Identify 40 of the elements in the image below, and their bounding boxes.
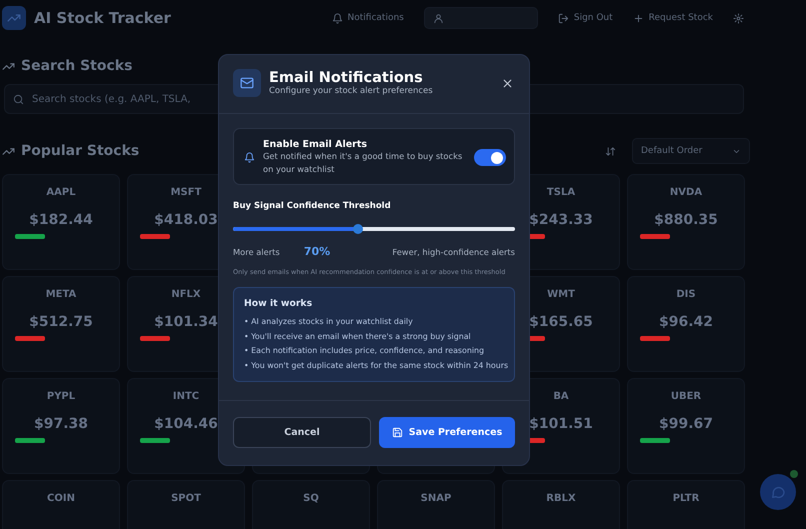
stock-ticker: NVDA <box>670 187 702 198</box>
stock-ticker: TSLA <box>546 187 576 198</box>
stock-price: $182.44 <box>29 212 93 228</box>
stock-ticker: MSFT <box>170 187 202 198</box>
stock-ticker: UBER <box>670 391 702 402</box>
search-placeholder: Search stocks (e.g. AAPL, TSLA, <box>32 94 191 104</box>
stock-price: $243.33 <box>529 212 593 228</box>
stock-ticker: PLTR <box>672 493 700 504</box>
stock-price: $880.35 <box>654 212 718 228</box>
stock-ticker: SNAP <box>420 493 452 504</box>
toggle-label: Enable Email Alerts <box>263 139 368 150</box>
stock-price: $99.67 <box>658 416 714 432</box>
stock-ticker: SPOT <box>171 493 201 504</box>
stock-ticker: AAPL <box>46 187 76 198</box>
stock-ticker: BA <box>553 391 569 402</box>
toggle-description: Get notified when it's a good time to buy stocks on your watchlist <box>263 150 464 176</box>
section-heading: Popular Stocks <box>21 143 140 159</box>
stock-ticker: META <box>46 289 76 300</box>
stock-price: $165.65 <box>529 314 593 330</box>
stock-price: $97.38 <box>34 416 88 432</box>
stock-ticker: WMT <box>547 289 575 300</box>
slider-value: 70% <box>304 245 330 258</box>
stock-price: $418.03 <box>154 212 218 228</box>
section-heading: Search Stocks <box>21 58 132 74</box>
stock-ticker: DIS <box>676 289 696 300</box>
app-title: AI Stock Tracker <box>34 9 171 27</box>
stock-ticker: NFLX <box>171 289 201 300</box>
stock-price: $96.42 <box>658 314 714 330</box>
stock-price: $101.34 <box>154 314 218 330</box>
stock-ticker: PYPL <box>46 391 76 402</box>
stock-price: $104.46 <box>154 416 218 432</box>
stock-ticker: COIN <box>47 493 75 504</box>
info-title: How it works <box>244 298 314 309</box>
dialog-title: Email Notifications <box>269 70 424 86</box>
dialog-subtitle: Configure your stock alert preferences <box>269 86 433 96</box>
stock-ticker: SQ <box>303 493 319 504</box>
stock-price: $512.75 <box>29 314 93 330</box>
stock-price: $101.51 <box>529 416 593 432</box>
stock-ticker: INTC <box>172 391 200 402</box>
stock-ticker: RBLX <box>546 493 576 504</box>
